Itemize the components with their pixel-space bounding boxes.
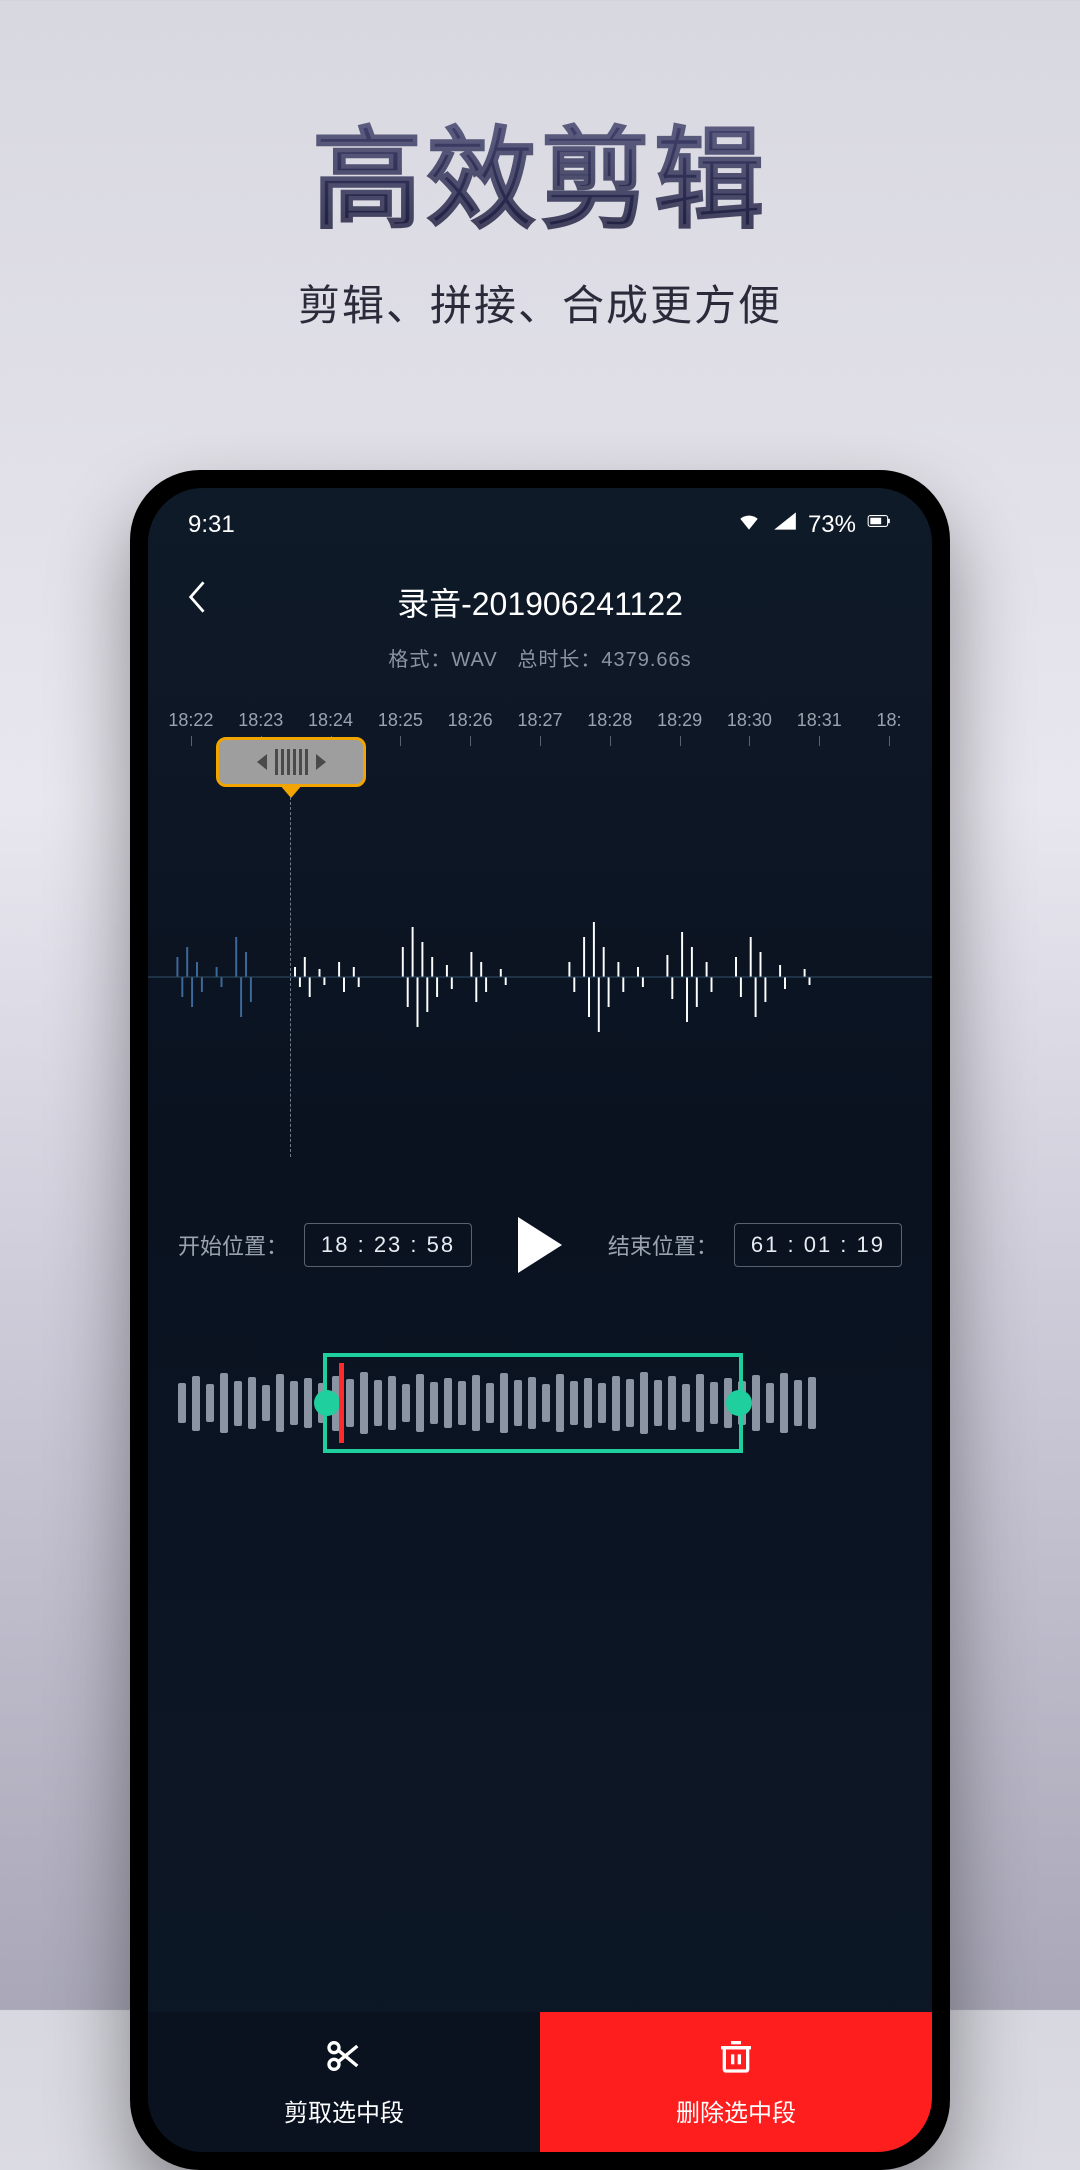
ruler-tick: 18:28 xyxy=(575,710,645,731)
scissors-icon xyxy=(324,2036,364,2083)
trash-icon xyxy=(716,2036,756,2083)
chevron-right-icon xyxy=(316,754,326,770)
selection-cursor[interactable] xyxy=(339,1363,344,1443)
cut-button-label: 剪取选中段 xyxy=(284,2093,404,2128)
format-label: 格式： xyxy=(388,649,451,671)
ruler-tick: 18:23 xyxy=(226,710,296,731)
play-button[interactable] xyxy=(518,1217,562,1273)
time-ruler[interactable]: 18:22 18:23 18:24 18:25 18:26 18:27 18:2… xyxy=(148,710,932,731)
ruler-tick: 18:26 xyxy=(435,710,505,731)
end-position-input[interactable]: 61 : 01 : 19 xyxy=(734,1223,902,1267)
page-title: 录音-201906241122 xyxy=(168,579,912,625)
ruler-tick: 18:29 xyxy=(645,710,715,731)
delete-selection-button[interactable]: 删除选中段 xyxy=(540,2012,932,2152)
start-position-input[interactable]: 18 : 23 : 58 xyxy=(304,1223,472,1267)
file-meta: 格式：WAV 总时长：4379.66s xyxy=(168,643,912,672)
hero-title: 高效剪辑 xyxy=(0,90,1080,250)
playback-controls: 开始位置： 18 : 23 : 58 结束位置： 61 : 01 : 19 xyxy=(148,1157,932,1273)
status-bar: 9:31 73% xyxy=(148,488,932,551)
end-position-label: 结束位置： xyxy=(608,1229,718,1261)
scrubber-handle[interactable] xyxy=(216,737,366,787)
duration-value: 4379.66s xyxy=(601,649,691,671)
selection-handle-right[interactable] xyxy=(726,1390,752,1416)
ruler-tick: 18: xyxy=(854,710,924,731)
signal-icon xyxy=(772,508,798,541)
duration-label: 总时长： xyxy=(517,649,601,671)
phone-screen: 9:31 73% 录音-201906241122 格式：WAV xyxy=(148,488,932,2152)
ruler-tick: 18:30 xyxy=(715,710,785,731)
ruler-tick: 18:24 xyxy=(296,710,366,731)
selection-slider[interactable] xyxy=(148,1343,932,1463)
status-time: 9:31 xyxy=(188,511,235,539)
phone-frame: 9:31 73% 录音-201906241122 格式：WAV xyxy=(130,470,950,2170)
ruler-tick: 18:22 xyxy=(156,710,226,731)
waveform-area[interactable] xyxy=(148,797,932,1157)
ruler-tick: 18:31 xyxy=(784,710,854,731)
scrubber-track xyxy=(148,737,932,797)
cut-selection-button[interactable]: 剪取选中段 xyxy=(148,2012,540,2152)
selection-box[interactable] xyxy=(323,1353,743,1453)
app-header: 录音-201906241122 格式：WAV 总时长：4379.66s xyxy=(148,551,932,682)
selection-handle-left[interactable] xyxy=(314,1390,340,1416)
waveform-icon xyxy=(148,907,932,1047)
delete-button-label: 删除选中段 xyxy=(676,2093,796,2128)
chevron-left-icon xyxy=(257,754,267,770)
battery-icon xyxy=(866,508,892,541)
start-position-label: 开始位置： xyxy=(178,1229,288,1261)
hero-subtitle: 剪辑、拼接、合成更方便 xyxy=(0,272,1080,333)
bottom-action-bar: 剪取选中段 删除选中段 xyxy=(148,2012,932,2152)
ruler-tick: 18:25 xyxy=(365,710,435,731)
grip-icon xyxy=(275,749,308,775)
battery-percent: 73% xyxy=(808,511,856,539)
format-value: WAV xyxy=(451,649,497,671)
ruler-tick: 18:27 xyxy=(505,710,575,731)
back-button[interactable] xyxy=(178,577,218,617)
wifi-icon xyxy=(736,508,762,541)
